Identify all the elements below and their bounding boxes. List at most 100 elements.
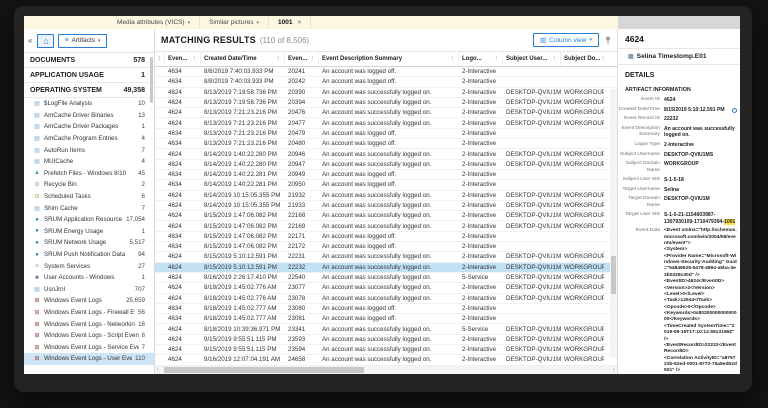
column-header-subject-user[interactable]: Subject User... ⋮ — [503, 52, 561, 66]
column-view-button[interactable]: ▥ Column view ▾ — [533, 33, 599, 47]
column-menu-icon[interactable]: ⋮ — [192, 56, 198, 62]
artifact-type-icon: ● — [35, 239, 39, 246]
collapse-panel-icon[interactable]: « — [28, 36, 32, 45]
column-header-row-menu[interactable]: ⋮ — [155, 52, 165, 66]
column-header-subject-do[interactable]: Subject Do... ⋮ — [561, 52, 604, 66]
column-header-event-description-summary[interactable]: Event Description Summary ⋮ — [319, 52, 459, 66]
table-header: ⋮ Even... ⋮ Created Date/Time ⋮ Even... ⋮ Event… — [155, 51, 617, 67]
scroll-left-icon[interactable]: ‹ — [157, 366, 159, 374]
sidebar-item-windows-event-logs-script-events[interactable]: ⊞ Windows Event Logs - Script Events 8 — [24, 330, 154, 342]
sidebar-item-srum-energy-usage[interactable]: ● SRUM Energy Usage 1 — [24, 226, 154, 238]
close-icon[interactable]: × — [298, 19, 302, 26]
sidebar-section-documents[interactable]: DOCUMENTS 578 — [24, 53, 154, 68]
sidebar-scrollbar[interactable] — [150, 57, 153, 103]
table-row[interactable]: 4634 8/14/2019 1:40:22.281 PM 20950 An acco… — [155, 180, 617, 191]
table-row[interactable]: 4624 8/13/2019 7:19:58.736 PM 20390 An acco… — [155, 88, 617, 98]
table-row[interactable]: 4624 8/13/2019 7:21:23.216 PM 20476 An acco… — [155, 108, 617, 119]
sidebar-item-srum-application-resource-usage[interactable]: ● SRUM Application Resource Usage17,054 — [24, 214, 154, 226]
clock-link-icon[interactable] — [732, 107, 737, 113]
column-menu-icon[interactable]: ⋮ — [310, 56, 316, 62]
sidebar-item-windows-event-logs-networking-events[interactable]: ⊞ Windows Event Logs - Networking Events1… — [24, 318, 154, 330]
tab-1001[interactable]: 1001 × — [269, 16, 312, 29]
table-row[interactable]: 4624 9/16/2019 12:07:04.191 AM 24658 An acc… — [155, 355, 617, 366]
table-row[interactable]: 4634 8/15/2019 1:47:06.082 PM 22172 An acco… — [155, 242, 617, 253]
sidebar-item-amcache-driver-binaries[interactable]: ▤ AmCache Driver Binaries 13 — [24, 110, 154, 122]
column-header-logo[interactable]: Logo... ⋮ — [459, 52, 503, 66]
scroll-right-icon[interactable]: › — [613, 366, 615, 374]
sidebar-item-scheduled-tasks[interactable]: ⊙ Scheduled Tasks 6 — [24, 191, 154, 203]
detail-field-target-domain-name: Target Domain Name DESKTOP-QVIU1M — [618, 196, 737, 209]
sidebar-item-system-services[interactable]: ☼ System Services 27 — [24, 260, 154, 272]
table-row[interactable]: 4634 8/18/2019 1:45:02.777 AM 23081 An acco… — [155, 314, 617, 325]
table-row[interactable]: 4624 8/18/2019 10:39:36.971 PM 23341 An acc… — [155, 324, 617, 335]
table-vertical-scrollbar[interactable] — [610, 89, 617, 358]
table-row[interactable]: 4624 8/13/2019 7:21:23.216 PM 20477 An acco… — [155, 118, 617, 129]
artifacts-dropdown[interactable]: ≡ Artifacts ▾ — [58, 33, 107, 48]
sidebar-section-operating-system[interactable]: OPERATING SYSTEM 49,358 — [24, 83, 154, 98]
table-row[interactable]: 4624 8/16/2019 2:26:17.410 PM 22540 An acco… — [155, 273, 617, 284]
sidebar-item-recycle-bin[interactable]: ⊙ Recycle Bin 2 — [24, 179, 154, 191]
column-menu-icon[interactable]: ⋮ — [157, 56, 163, 62]
column-menu-icon[interactable]: ⋮ — [450, 56, 456, 62]
table-row[interactable]: 4634 8/13/2019 7:21:23.216 PM 20480 An acco… — [155, 139, 617, 150]
sidebar-item-user-accounts-windows[interactable]: ☻ User Accounts - Windows 1 — [24, 272, 154, 284]
tab-label: Similar pictures — [209, 19, 254, 26]
table-row[interactable]: 4624 8/15/2019 1:47:06.082 PM 22169 An acco… — [155, 221, 617, 232]
sidebar-item-windows-event-logs-user-events[interactable]: ⊞ Windows Event Logs - User Events 110 — [24, 353, 154, 365]
column-menu-icon[interactable]: ⋮ — [494, 56, 500, 62]
sidebar-item-amcache-driver-packages[interactable]: ▤ AmCache Driver Packages 1 — [24, 121, 154, 133]
scrollbar-thumb[interactable] — [611, 255, 616, 294]
detail-field-subject-domain-name: Subject Domain Name WORKGROUP — [618, 161, 737, 174]
detail-field-event-data: Event Data <Event xmlns="http://schemas.m… — [618, 228, 737, 374]
scrollbar-thumb[interactable] — [164, 367, 364, 373]
sidebar-item-windows-event-logs[interactable]: ⊞ Windows Event Logs 25,659 — [24, 295, 154, 307]
table-row[interactable]: 4624 8/15/2019 5:10:12.591 PM 22232 An acco… — [155, 262, 617, 273]
artifact-type-icon: ⊞ — [34, 333, 40, 340]
table-row[interactable]: 4624 8/15/2019 1:47:06.082 PM 22168 An acco… — [155, 211, 617, 222]
column-menu-icon[interactable]: ⋮ — [600, 56, 604, 62]
table-row[interactable]: 4634 8/8/2019 7:40:03.933 PM 20241 An accou… — [155, 67, 617, 78]
table-row[interactable]: 4624 8/14/2019 1:40:22.280 PM 20946 An acco… — [155, 149, 617, 160]
sidebar-item-amcache-program-entries[interactable]: ▤ AmCache Program Entries 4 — [24, 133, 154, 145]
table-row[interactable]: 4624 9/15/2019 9:55:51.115 PM 23594 An acco… — [155, 345, 617, 356]
table-row[interactable]: 4624 8/15/2019 5:10:12.591 PM 22231 An acco… — [155, 252, 617, 263]
sidebar-item-usnjrnl[interactable]: ▤ UsnJrnl 707 — [24, 284, 154, 296]
sidebar-item-windows-event-logs-firewall-events[interactable]: ⊞ Windows Event Logs - Firewall Events56 — [24, 307, 154, 319]
table-row[interactable]: 4634 8/13/2019 7:21:23.216 PM 20479 An acco… — [155, 129, 617, 140]
sidebar-item-prefetch-files-windows-8-10[interactable]: ▲ Prefetch Files - Windows 8/10 45 — [24, 168, 154, 180]
artifact-type-icon: ▤ — [34, 205, 40, 212]
evidence-source[interactable]: ▦ Selina Timestomp.E01 — [618, 49, 740, 65]
artifact-type-icon: ● — [35, 251, 39, 258]
column-menu-icon[interactable]: ⋮ — [552, 56, 558, 62]
item-label: SRUM Energy Usage — [44, 227, 104, 235]
table-row[interactable]: 4634 8/14/2019 1:40:22.281 PM 20949 An acco… — [155, 170, 617, 181]
table-row[interactable]: 4634 8/15/2019 1:47:06.082 PM 22171 An acco… — [155, 232, 617, 243]
sidebar-item-muicache[interactable]: ▤ MUICache 4 — [24, 156, 154, 168]
tab-similar-pictures[interactable]: Similar pictures ▾ — [200, 16, 270, 29]
sidebar-item-logfile-analysis[interactable]: ▤ $LogFile Analysis 10 — [24, 98, 154, 110]
table-row[interactable]: 4624 8/14/2019 10:15:05.355 PM 21932 An acc… — [155, 191, 617, 201]
column-header-created-date-time[interactable]: Created Date/Time ⋮ — [201, 52, 285, 66]
table-row[interactable]: 4624 8/14/2019 1:40:22.280 PM 20947 An acco… — [155, 160, 617, 170]
tab-media-attributes-vics[interactable]: Media attributes (VICS) ▾ — [108, 16, 201, 29]
sidebar-item-srum-network-usage[interactable]: ● SRUM Network Usage 5,517 — [24, 237, 154, 249]
pin-icon[interactable] — [605, 36, 611, 45]
table-row[interactable]: 4624 8/14/2019 10:15:05.355 PM 21933 An acc… — [155, 201, 617, 212]
column-header-even[interactable]: Even... ⋮ — [285, 52, 319, 66]
table-row[interactable]: 4634 8/8/2019 7:40:03.933 PM 20242 An accou… — [155, 77, 617, 88]
cell: 8/15/2019 1:47:06.082 PM — [204, 212, 277, 220]
sidebar-item-shim-cache[interactable]: ▤ Shim Cache 7 — [24, 202, 154, 214]
table-row[interactable]: 4624 8/18/2019 1:45:02.776 AM 23077 An acco… — [155, 283, 617, 294]
sidebar-item-windows-event-logs-service-events[interactable]: ⊞ Windows Event Logs - Service Events 7 — [24, 341, 154, 353]
sidebar-section-application-usage[interactable]: APPLICATION USAGE 1 — [24, 68, 154, 83]
sidebar-item-autorun-items[interactable]: ▤ AutoRun Items 7 — [24, 144, 154, 156]
table-row[interactable]: 4624 9/15/2019 9:55:51.115 PM 23593 An acco… — [155, 335, 617, 346]
home-button[interactable]: ⌂ — [37, 33, 55, 48]
sidebar-item-srum-push-notification-data[interactable]: ● SRUM Push Notification Data 94 — [24, 249, 154, 261]
table-row[interactable]: 4624 8/13/2019 7:19:58.736 PM 20394 An acco… — [155, 98, 617, 109]
table-horizontal-scrollbar[interactable]: ‹ › — [155, 366, 617, 374]
column-menu-icon[interactable]: ⋮ — [276, 56, 282, 62]
table-row[interactable]: 4624 8/18/2019 1:45:02.776 AM 23078 An acco… — [155, 294, 617, 304]
column-header-even[interactable]: Even... ⋮ — [165, 52, 201, 66]
table-row[interactable]: 4634 8/18/2019 1:45:02.777 AM 23080 An acco… — [155, 304, 617, 315]
